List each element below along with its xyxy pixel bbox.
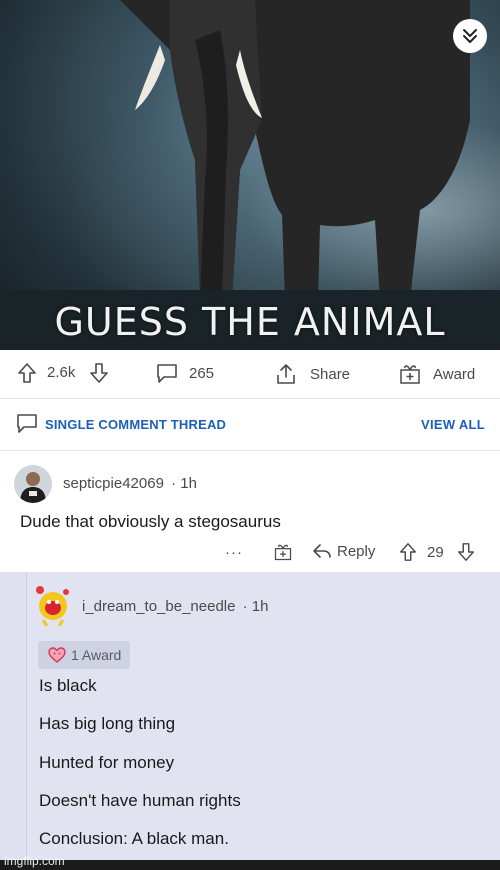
- elephant-illustration: [0, 0, 500, 350]
- reply-line: Doesn't have human rights: [39, 791, 241, 810]
- reply-line: Hunted for money: [39, 753, 175, 772]
- upvote-button[interactable]: [398, 542, 418, 566]
- user-avatar-image: [36, 586, 69, 627]
- comment-score: 29: [427, 544, 444, 561]
- more-options-button[interactable]: ···: [225, 544, 243, 561]
- award-button[interactable]: [273, 542, 293, 566]
- comment-body: Dude that obviously a stegosaurus: [20, 512, 281, 531]
- heart-award-icon: [48, 647, 66, 663]
- chevron-double-down-icon: [463, 29, 477, 43]
- divider: [0, 450, 500, 451]
- arrow-up-icon: [18, 363, 36, 383]
- avatar[interactable]: [33, 582, 73, 627]
- award-label: Award: [433, 365, 476, 383]
- comment-bubble-icon: [157, 364, 177, 383]
- upvote-button[interactable]: [16, 362, 38, 384]
- comment-age: · 1h: [242, 598, 269, 615]
- comment-actions: ··· Reply 29: [0, 542, 500, 570]
- collapse-button[interactable]: [453, 19, 487, 53]
- view-all-link[interactable]: VIEW ALL: [421, 417, 485, 432]
- award-count: 1 Award: [71, 647, 122, 663]
- gift-icon: [274, 544, 292, 561]
- comment-count: 265: [189, 364, 215, 382]
- share-icon: [277, 364, 295, 384]
- user-avatar-image: [14, 465, 52, 503]
- arrow-up-icon: [400, 543, 416, 561]
- comment: septicpie42069 · 1h Dude that obviously …: [0, 456, 500, 571]
- post-image[interactable]: GUESS THE ANIMAL: [0, 0, 500, 350]
- downvote-button[interactable]: [88, 362, 110, 384]
- reply-line: Is black: [39, 676, 97, 695]
- comment-bubble-icon: [17, 414, 37, 433]
- comment-age: · 1h: [171, 475, 197, 492]
- username[interactable]: i_dream_to_be_needle: [82, 598, 235, 615]
- watermark: imgflip.com: [4, 854, 65, 868]
- downvote-button[interactable]: [456, 542, 476, 566]
- bottom-toolbar: [0, 860, 500, 870]
- avatar[interactable]: [14, 465, 52, 503]
- divider: [0, 398, 500, 399]
- award-badge[interactable]: 1 Award: [38, 641, 131, 669]
- reply-line: Conclusion: A black man.: [39, 829, 229, 848]
- meme-caption: GUESS THE ANIMAL: [54, 300, 446, 344]
- comment-meta: i_dream_to_be_needle · 1h: [82, 598, 269, 615]
- upvote-count: 2.6k: [47, 364, 76, 381]
- comments-button[interactable]: 265: [155, 362, 214, 384]
- award-button[interactable]: Award: [398, 362, 475, 386]
- reply-line: Has big long thing: [39, 714, 176, 733]
- thread-title: SINGLE COMMENT THREAD: [45, 416, 227, 432]
- reply-label: Reply: [337, 542, 376, 560]
- single-comment-thread-label: SINGLE COMMENT THREAD: [15, 412, 226, 436]
- reply-arrow-icon: [313, 544, 331, 558]
- gift-icon: [400, 365, 420, 384]
- arrow-down-icon: [90, 363, 108, 383]
- reply-button[interactable]: Reply: [312, 542, 375, 560]
- share-label: Share: [310, 365, 351, 383]
- comment-meta: septicpie42069 · 1h: [63, 475, 197, 492]
- share-button[interactable]: Share: [274, 362, 350, 386]
- username[interactable]: septicpie42069: [63, 475, 164, 492]
- thread-header: SINGLE COMMENT THREAD VIEW ALL: [0, 400, 500, 448]
- arrow-down-icon: [458, 543, 474, 561]
- post-action-bar: 2.6k 265 Share Award: [0, 350, 500, 396]
